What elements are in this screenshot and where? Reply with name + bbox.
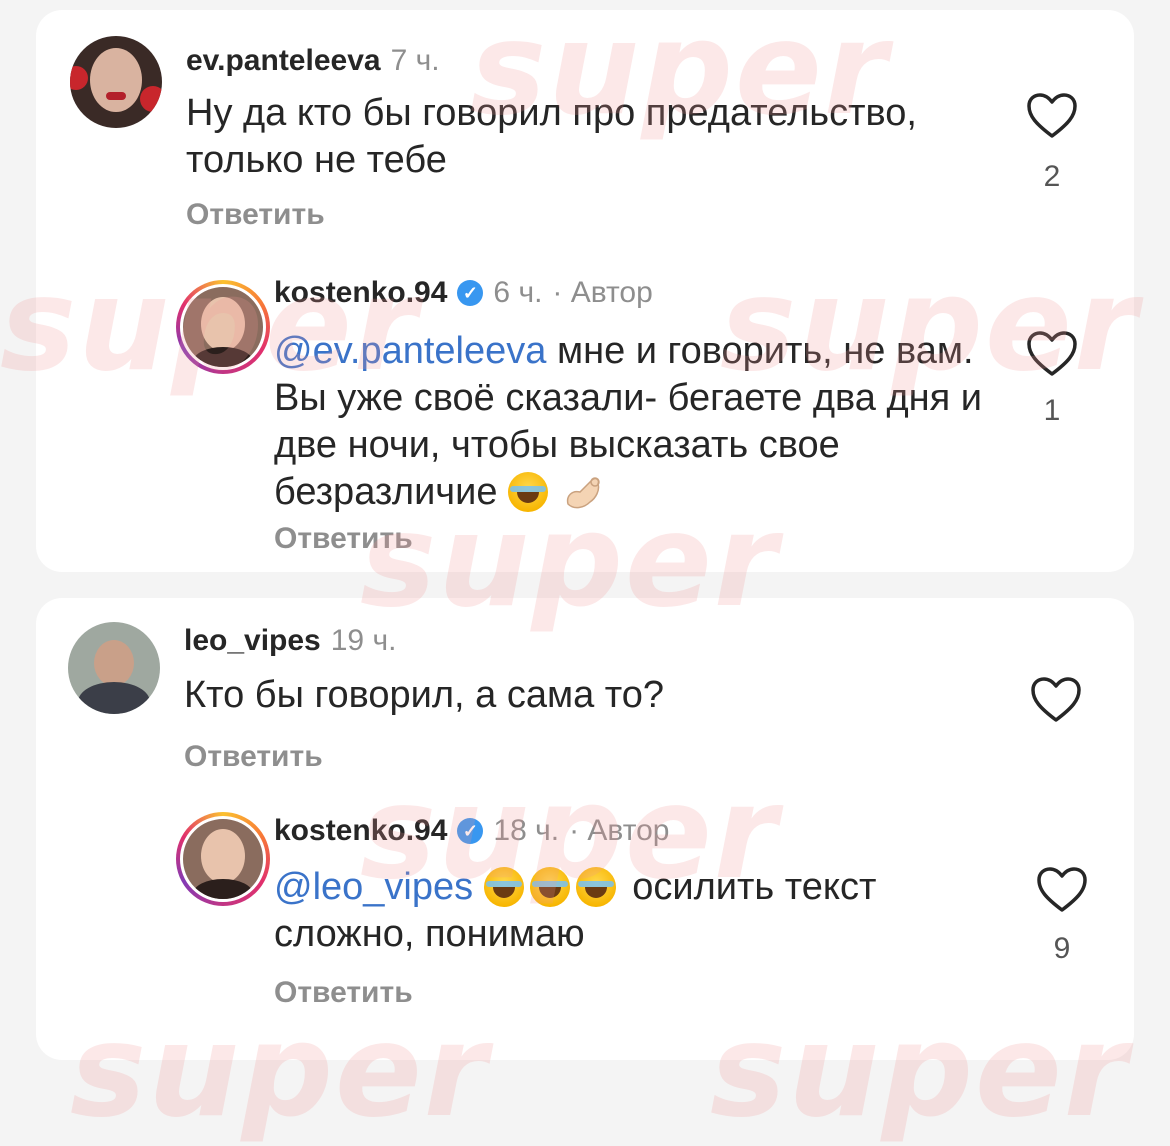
reply-text: @leo_vipes осилить текст сложно, понимаю xyxy=(274,864,994,958)
reply-button[interactable]: Ответить xyxy=(274,522,413,556)
heart-icon[interactable] xyxy=(1026,330,1078,378)
comment-text: Кто бы говорил, а сама то? xyxy=(184,674,665,716)
mention-link[interactable]: @ev.panteleeva xyxy=(274,330,546,372)
reply-button[interactable]: Ответить xyxy=(274,976,413,1010)
timestamp: 19 ч. xyxy=(330,624,397,657)
avatar[interactable] xyxy=(70,36,162,128)
mention-link[interactable]: @leo_vipes xyxy=(274,866,473,908)
like-count: 1 xyxy=(1043,394,1061,427)
face-with-tears-of-joy-icon xyxy=(529,867,570,907)
avatar-with-story-ring[interactable] xyxy=(176,280,270,374)
timestamp: 7 ч. xyxy=(390,44,440,77)
comment-text: Ну да кто бы говорил про предательство, … xyxy=(186,92,917,181)
comment-thread-2: leo_vipes 19 ч. Кто бы говорил, а сама т… xyxy=(36,598,1134,1060)
like-count: 2 xyxy=(1043,160,1061,193)
username[interactable]: kostenko.94 xyxy=(274,814,447,848)
author-label: · Автор xyxy=(552,276,653,309)
face-with-tears-of-joy-icon xyxy=(575,867,616,907)
comment-meta: ev.panteleeva 7 ч. xyxy=(186,44,440,78)
comment-meta: leo_vipes 19 ч. xyxy=(184,624,396,658)
timestamp: 18 ч. xyxy=(493,814,560,847)
face-with-tears-of-joy-icon xyxy=(483,867,524,907)
comment-thread-1: ev.panteleeva 7 ч. Ну да кто бы говорил … xyxy=(36,10,1134,572)
heart-icon[interactable] xyxy=(1030,676,1082,724)
pinching-hand-icon xyxy=(566,477,600,509)
like-count: 9 xyxy=(1053,932,1071,965)
verified-badge-icon: ✓ xyxy=(457,280,484,306)
reply-button[interactable]: Ответить xyxy=(184,740,323,774)
avatar-with-story-ring[interactable] xyxy=(176,812,270,906)
timestamp: 6 ч. xyxy=(493,276,543,309)
reply-meta: kostenko.94 ✓ 18 ч. · Автор xyxy=(274,814,669,848)
reply-text: @ev.panteleeva мне и говорить, не вам. В… xyxy=(274,328,994,516)
reply-meta: kostenko.94 ✓ 6 ч. · Автор xyxy=(274,276,653,310)
verified-badge-icon: ✓ xyxy=(457,818,484,844)
heart-icon[interactable] xyxy=(1026,92,1078,140)
reply-button[interactable]: Ответить xyxy=(186,198,325,232)
username[interactable]: kostenko.94 xyxy=(274,276,447,310)
username[interactable]: ev.panteleeva xyxy=(186,44,381,78)
face-with-tears-of-joy-icon xyxy=(508,472,549,512)
avatar[interactable] xyxy=(68,622,160,714)
author-label: · Автор xyxy=(569,814,670,847)
heart-icon[interactable] xyxy=(1036,866,1088,914)
username[interactable]: leo_vipes xyxy=(184,624,321,658)
